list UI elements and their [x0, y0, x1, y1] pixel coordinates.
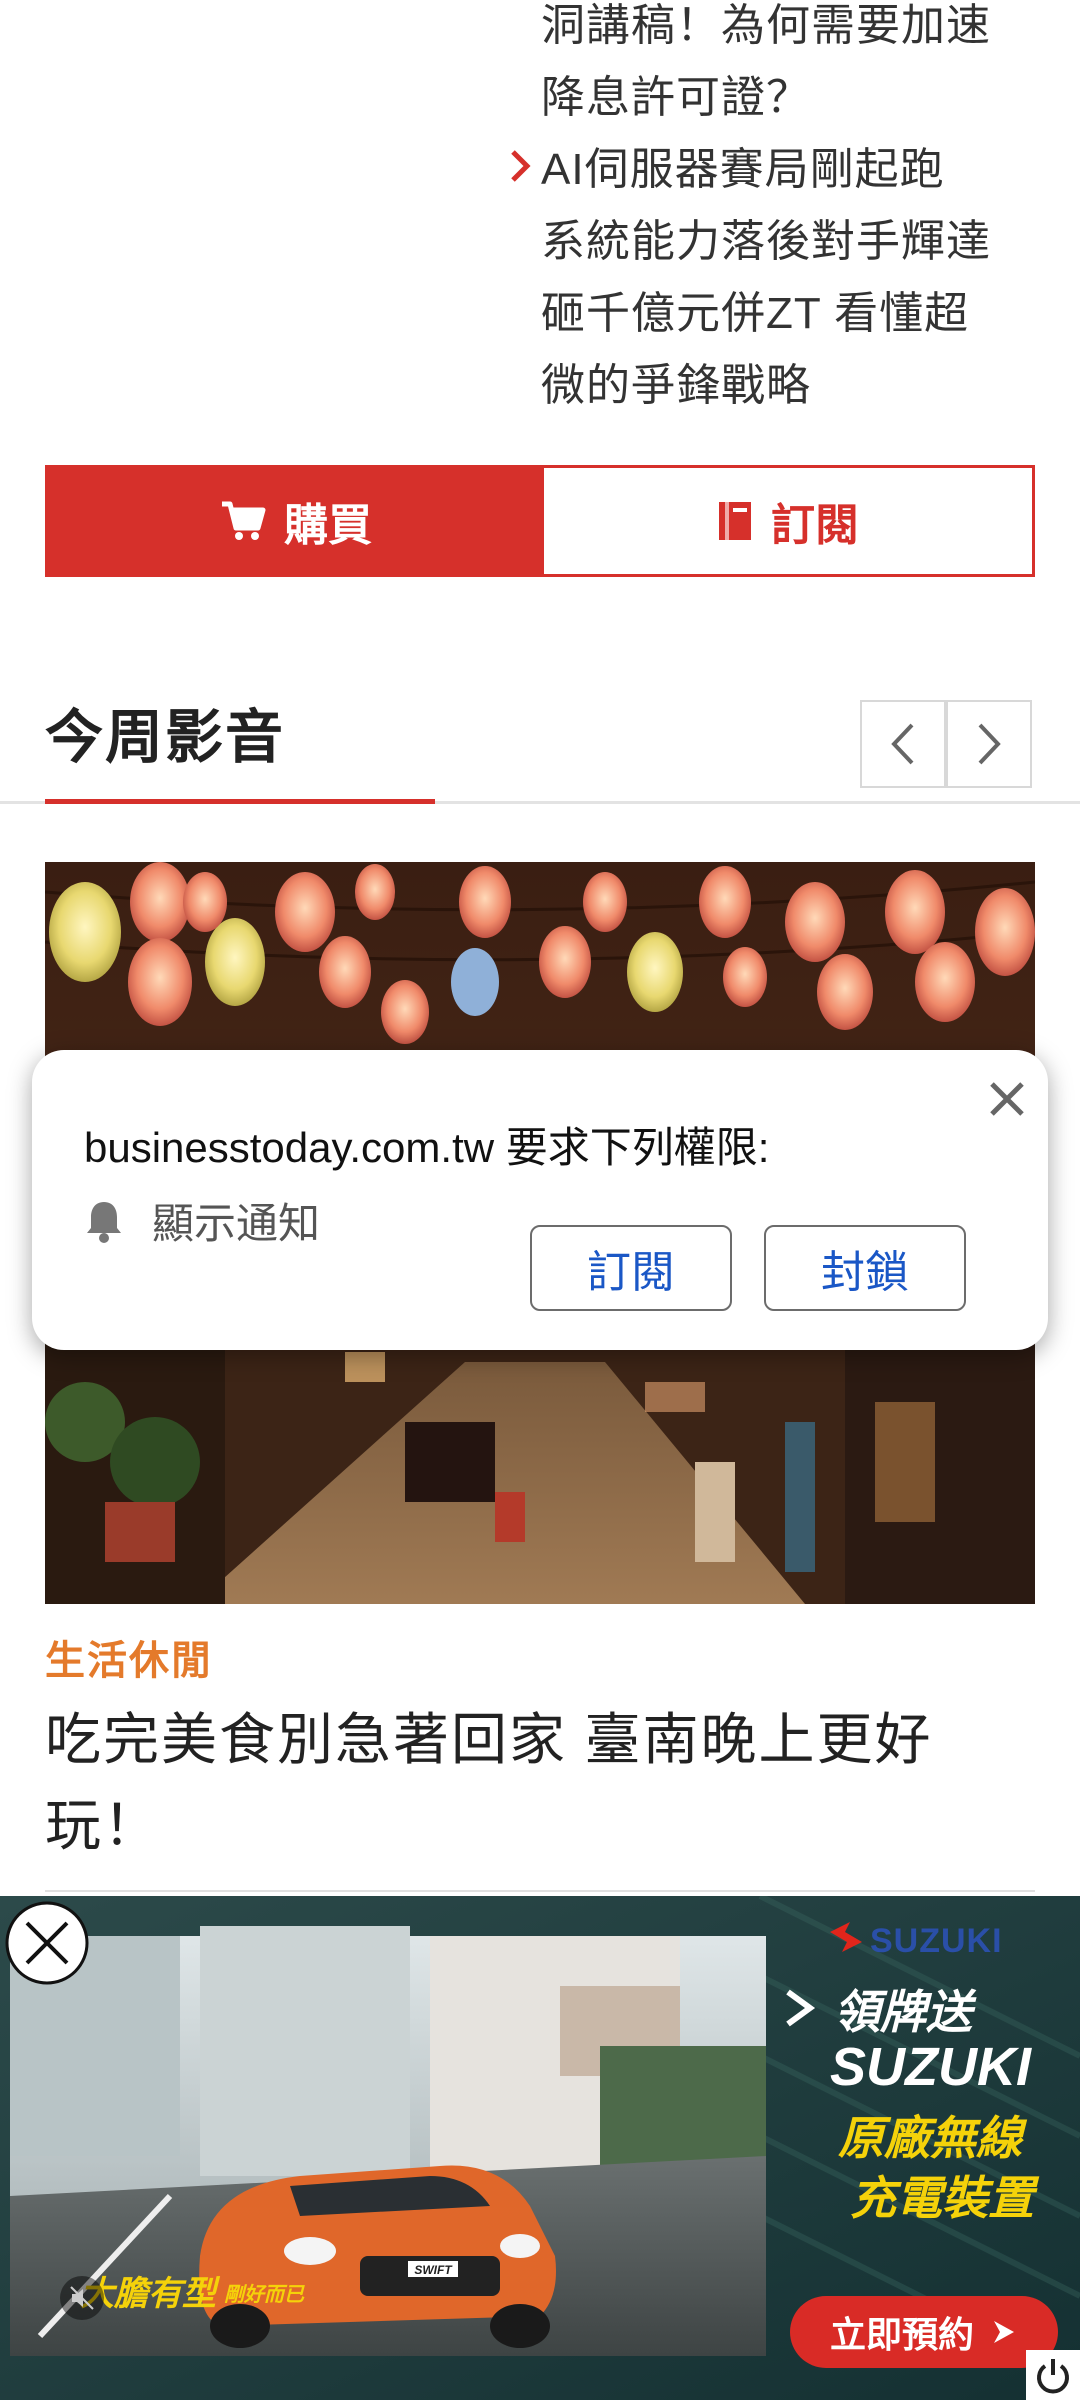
- permission-dialog: businesstoday.com.tw 要求下列權限: 顯示通知 訂閱 封鎖: [32, 1050, 1048, 1350]
- ad-promo-line: 充電裝置: [850, 2172, 1034, 2224]
- power-icon[interactable]: [1026, 2350, 1080, 2400]
- block-button[interactable]: 封鎖: [764, 1225, 966, 1311]
- car-badge: SWIFT: [414, 2263, 453, 2277]
- article-title-line[interactable]: 降息許可證？: [541, 62, 811, 134]
- play-arrow-icon: [994, 2321, 1014, 2343]
- buy-label: 購買: [284, 501, 372, 550]
- divider: [45, 1890, 1035, 1892]
- ad-close-button[interactable]: [4, 1900, 90, 1986]
- mute-icon[interactable]: [60, 2276, 104, 2320]
- subscribe-label: 訂閱: [771, 501, 859, 550]
- permission-item: 顯示通知: [84, 1190, 320, 1251]
- article-title-line[interactable]: AI伺服器賽局剛起跑: [541, 134, 945, 206]
- carousel-next-button[interactable]: [946, 700, 1032, 788]
- purchase-actions: 購買 訂閱: [45, 465, 1035, 577]
- arrow-right-icon: [780, 1986, 820, 2030]
- video-category[interactable]: 生活休閒: [45, 1628, 213, 1686]
- video-headline[interactable]: 吃完美食別急著回家 臺南晚上更好玩！: [45, 1697, 1035, 1869]
- article-title-line[interactable]: 微的爭鋒戰略: [541, 350, 811, 422]
- chevron-right-icon: [978, 723, 1001, 765]
- book-icon: [717, 500, 753, 542]
- article-title-line[interactable]: 洞講稿！為何需要加速: [541, 0, 991, 62]
- ad-promo-line: 領牌送: [834, 1986, 972, 2038]
- permission-label: 顯示通知: [152, 1200, 321, 1247]
- carousel-prev-button[interactable]: [860, 700, 946, 788]
- ad-promo-line: 原廠無線: [838, 2112, 1022, 2164]
- ad-promo-line: SUZUKI: [830, 2037, 1031, 2097]
- permission-message: businesstoday.com.tw 要求下列權限:: [84, 1124, 770, 1171]
- cart-icon: [220, 500, 266, 542]
- ad-cta-button[interactable]: 立即預約: [790, 2296, 1058, 2368]
- ad-tagline-small: 剛好而已: [224, 2284, 304, 2306]
- close-icon[interactable]: [982, 1074, 1032, 1124]
- ad-cta-label: 立即預約: [829, 2314, 974, 2355]
- allow-button[interactable]: 訂閱: [530, 1225, 732, 1311]
- chevron-right-icon: [511, 150, 531, 182]
- section-title: 今周影音: [45, 705, 286, 770]
- subscribe-button[interactable]: 訂閱: [544, 468, 1032, 574]
- buy-button[interactable]: 購買: [48, 468, 544, 574]
- chevron-left-icon: [891, 723, 914, 765]
- close-circle-icon: [5, 1901, 89, 1985]
- article-title-line[interactable]: 系統能力落後對手輝達: [541, 206, 991, 278]
- section-divider-accent: [45, 799, 435, 804]
- ad-brand: SUZUKI: [870, 1922, 1003, 1960]
- bell-icon: [87, 1201, 121, 1243]
- article-title-line[interactable]: 砸千億元併ZT 看懂超: [541, 278, 969, 350]
